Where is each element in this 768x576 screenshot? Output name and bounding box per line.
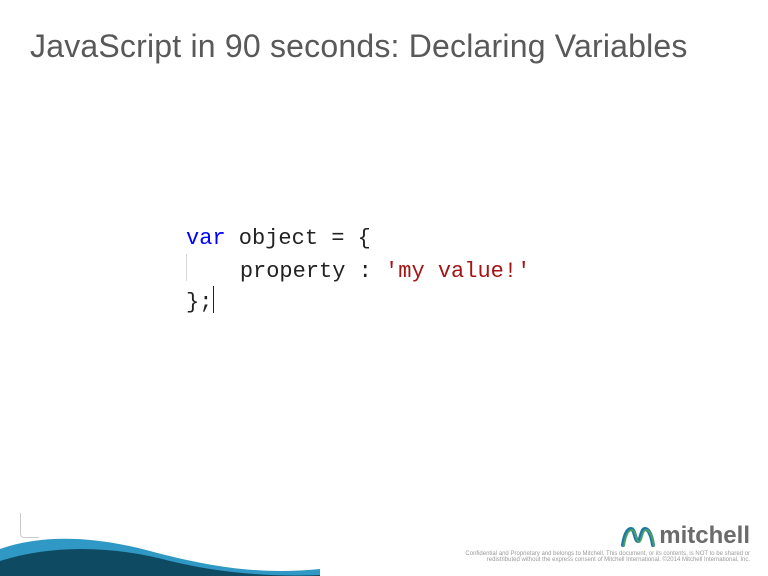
brand-name: mitchell [659,522,750,550]
code-line1: object = { [226,226,371,251]
code-block: var object = { property : 'my value!' }; [186,224,530,318]
brand-logo-icon [621,523,655,549]
code-line3: }; [186,290,212,315]
code-keyword: var [186,226,226,251]
code-property: property : [240,259,385,284]
text-cursor [213,286,214,312]
slide-title: JavaScript in 90 seconds: Declaring Vari… [30,28,738,65]
slide: JavaScript in 90 seconds: Declaring Vari… [0,0,768,576]
footer-wave-icon [0,531,320,576]
code-string: 'my value!' [385,259,530,284]
brand: mitchell [621,522,750,550]
footer-disclaimer: Confidential and Proprietary and belongs… [450,551,750,564]
code-indent [187,259,240,284]
slide-footer: mitchell Confidential and Proprietary an… [0,506,768,576]
